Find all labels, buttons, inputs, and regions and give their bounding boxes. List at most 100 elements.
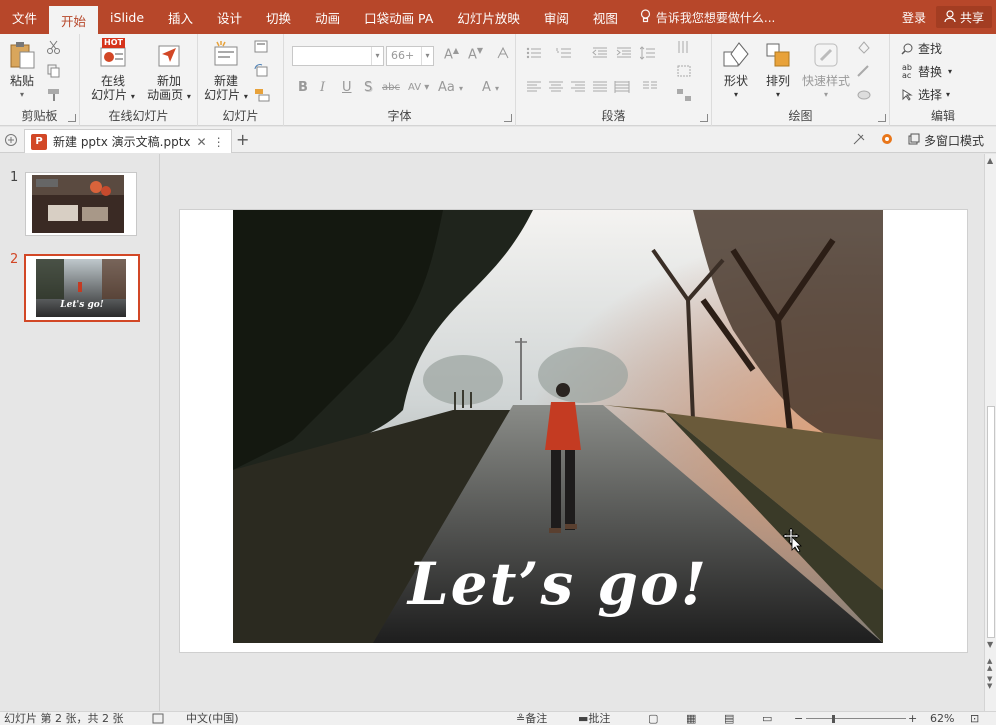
tab-view[interactable]: 视图 (581, 0, 630, 34)
zoom-slider-thumb[interactable] (832, 715, 835, 723)
paste-button[interactable]: 粘贴 ▾ (6, 38, 38, 102)
cut-icon[interactable] (46, 40, 62, 54)
underline-button[interactable]: U (342, 80, 352, 95)
tab-slideshow[interactable]: 幻灯片放映 (445, 0, 532, 34)
reset-slide-icon[interactable] (254, 64, 270, 78)
slideshow-view-icon[interactable]: ▭ (762, 712, 772, 725)
online-slides-button[interactable]: HOT 在线 幻灯片 ▾ (86, 38, 140, 104)
shrink-font-icon[interactable]: A▼ (468, 46, 483, 62)
zoom-in-icon[interactable]: + (908, 712, 917, 725)
select-dropdown-icon[interactable]: ▾ (946, 90, 950, 99)
strikethrough-button[interactable]: abc (382, 82, 400, 93)
login-link[interactable]: 登录 (892, 0, 936, 34)
tab-islide[interactable]: iSlide (98, 0, 156, 34)
align-center-icon[interactable] (548, 80, 564, 94)
scroll-up-arrow-icon[interactable]: ▲ (987, 156, 993, 165)
tab-list-icon[interactable] (4, 133, 18, 150)
tell-me-box[interactable]: 告诉我您想要做什么... (640, 0, 775, 34)
reading-view-icon[interactable]: ▤ (724, 712, 734, 725)
slide-sorter-view-icon[interactable]: ▦ (686, 712, 696, 725)
font-name-dropdown-icon[interactable]: ▾ (371, 46, 384, 66)
new-slide-button[interactable]: 新建 幻灯片 ▾ (200, 38, 252, 104)
italic-button[interactable]: I (320, 80, 325, 95)
slide-photo[interactable]: Let’s go! (233, 210, 883, 643)
section-icon[interactable] (254, 88, 270, 102)
find-button[interactable]: 查找 (900, 40, 942, 57)
text-direction-icon[interactable] (676, 40, 692, 54)
paragraph-launcher-icon[interactable] (700, 114, 708, 122)
tab-animations[interactable]: 动画 (303, 0, 352, 34)
notes-button[interactable]: ≗ 备注 (516, 712, 547, 725)
tab-review[interactable]: 审阅 (532, 0, 581, 34)
scrollbar-thumb[interactable] (987, 406, 995, 638)
zoom-out-icon[interactable]: − (794, 712, 803, 725)
new-animation-page-button[interactable]: 新加 动画页 ▾ (142, 38, 196, 104)
previous-slide-icon[interactable]: ▲ ▲ (987, 658, 992, 672)
clipboard-launcher-icon[interactable] (68, 114, 76, 122)
accessibility-icon[interactable] (152, 712, 164, 725)
tab-insert[interactable]: 插入 (156, 0, 205, 34)
next-slide-icon[interactable]: ▼ ▼ (987, 676, 992, 690)
shape-fill-icon[interactable] (856, 40, 872, 54)
smartart-icon[interactable] (676, 88, 692, 102)
format-painter-icon[interactable] (46, 88, 62, 102)
pin-icon[interactable] (852, 132, 866, 149)
justify-icon[interactable] (592, 80, 608, 94)
new-slide-dropdown-icon[interactable]: ▾ (244, 92, 248, 101)
numbering-icon[interactable] (556, 46, 572, 60)
clear-format-icon[interactable] (496, 46, 510, 64)
shape-effects-icon[interactable] (856, 88, 872, 102)
decrease-indent-icon[interactable] (592, 46, 608, 60)
increase-indent-icon[interactable] (616, 46, 632, 60)
multi-window-button[interactable]: 多窗口模式 (908, 132, 984, 149)
normal-view-icon[interactable]: ▢ (648, 712, 658, 725)
distributed-icon[interactable] (614, 80, 630, 94)
font-size-dropdown-icon[interactable]: ▾ (421, 47, 433, 65)
paste-dropdown-icon[interactable]: ▾ (6, 88, 38, 102)
document-tab[interactable]: P 新建 pptx 演示文稿.pptx ✕ ⋮ (24, 129, 232, 153)
align-text-icon[interactable] (676, 64, 692, 78)
line-spacing-icon[interactable] (639, 46, 656, 60)
slide-thumbnail-2[interactable]: Let's go! (24, 254, 140, 322)
zoom-slider-track[interactable] (806, 718, 906, 719)
shapes-dropdown-icon[interactable]: ▾ (716, 88, 756, 102)
shapes-button[interactable]: 形状 ▾ (716, 38, 756, 102)
close-tab-icon[interactable]: ✕ (197, 135, 207, 149)
tab-design[interactable]: 设计 (205, 0, 254, 34)
online-slides-dropdown-icon[interactable]: ▾ (131, 92, 135, 101)
quick-styles-button[interactable]: 快速样式 ▾ (800, 38, 852, 102)
tab-home[interactable]: 开始 (49, 6, 99, 34)
replace-dropdown-icon[interactable]: ▾ (948, 67, 952, 76)
grow-font-icon[interactable]: A▲ (444, 46, 459, 62)
change-case-button[interactable]: Aa ▾ (438, 80, 463, 95)
copy-icon[interactable] (46, 64, 62, 78)
zoom-level-text[interactable]: 62% (930, 712, 954, 725)
language-text[interactable]: 中文(中国) (186, 712, 239, 725)
slide-thumbnail-1[interactable] (25, 172, 137, 236)
character-spacing-button[interactable]: AV ▾ (408, 82, 429, 93)
new-tab-icon[interactable]: + (236, 130, 249, 149)
scroll-down-arrow-icon[interactable]: ▼ (987, 640, 993, 649)
slide-canvas[interactable]: Let’s go! (179, 209, 968, 653)
tab-pocket-animation[interactable]: 口袋动画 PA (352, 0, 445, 34)
tab-menu-icon[interactable]: ⋮ (213, 135, 225, 149)
font-color-button[interactable]: A ▾ (482, 80, 499, 95)
layout-icon[interactable] (254, 40, 270, 54)
quick-styles-dropdown-icon[interactable]: ▾ (800, 88, 852, 102)
fit-to-window-icon[interactable]: ⊡ (970, 712, 979, 725)
slide-title[interactable]: Let’s go! (233, 550, 883, 618)
shape-outline-icon[interactable] (856, 64, 872, 78)
tab-transitions[interactable]: 切换 (254, 0, 303, 34)
bold-button[interactable]: B (298, 80, 308, 95)
share-button[interactable]: 共享 (935, 6, 992, 28)
new-animation-dropdown-icon[interactable]: ▾ (187, 92, 191, 101)
align-right-icon[interactable] (570, 80, 586, 94)
font-size-input[interactable]: 66+ ▾ (386, 46, 434, 66)
columns-icon[interactable] (642, 80, 658, 94)
drawing-launcher-icon[interactable] (878, 114, 886, 122)
arrange-button[interactable]: 排列 ▾ (758, 38, 798, 102)
comments-button[interactable]: ▬ 批注 (578, 712, 610, 725)
settings-gear-icon[interactable] (880, 132, 894, 149)
font-launcher-icon[interactable] (504, 114, 512, 122)
bullets-icon[interactable] (526, 46, 542, 60)
